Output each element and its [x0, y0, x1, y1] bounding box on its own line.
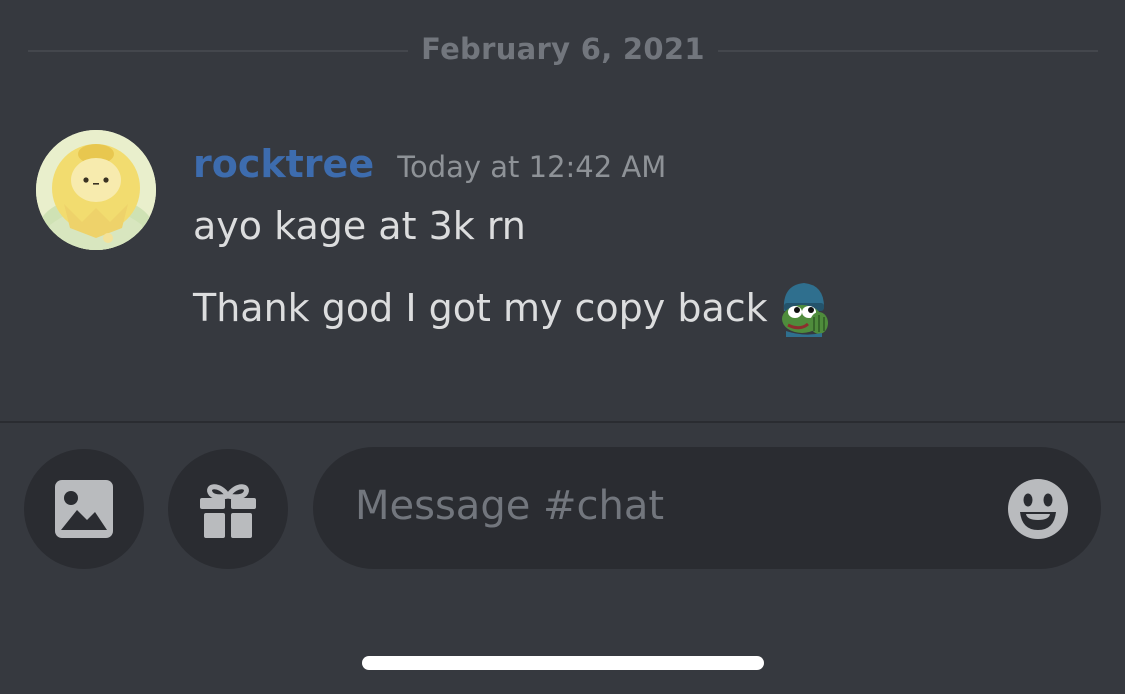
chat-screen: February 6, 2021 rocktree Today at 12:42… [0, 0, 1125, 694]
pepe-beanie-emote-icon [781, 283, 828, 337]
divider-line-right [718, 50, 1098, 52]
divider-line-left [28, 50, 408, 52]
emoji-icon[interactable] [1007, 478, 1069, 540]
home-indicator[interactable] [362, 656, 764, 670]
message-header: rocktree Today at 12:42 AM [193, 142, 666, 188]
gift-icon [200, 484, 256, 538]
message-author[interactable]: rocktree [193, 142, 374, 186]
avatar[interactable] [36, 130, 156, 250]
image-icon [55, 480, 113, 538]
plush-avatar-icon [36, 130, 156, 250]
composer-separator [0, 421, 1125, 423]
message-line-with-emote: Thank god I got my copy back [193, 279, 834, 337]
date-divider: February 6, 2021 [28, 32, 1098, 72]
message-timestamp: Today at 12:42 AM [397, 150, 667, 184]
message-input[interactable]: Message #chat [313, 447, 1101, 569]
message-line: Thank god I got my copy back [193, 286, 768, 330]
message-input-placeholder: Message #chat [355, 483, 665, 529]
divider-date: February 6, 2021 [421, 32, 705, 66]
message-line: ayo kage at 3k rn [193, 204, 526, 248]
attach-image-button[interactable] [24, 449, 144, 569]
gift-button[interactable] [168, 449, 288, 569]
